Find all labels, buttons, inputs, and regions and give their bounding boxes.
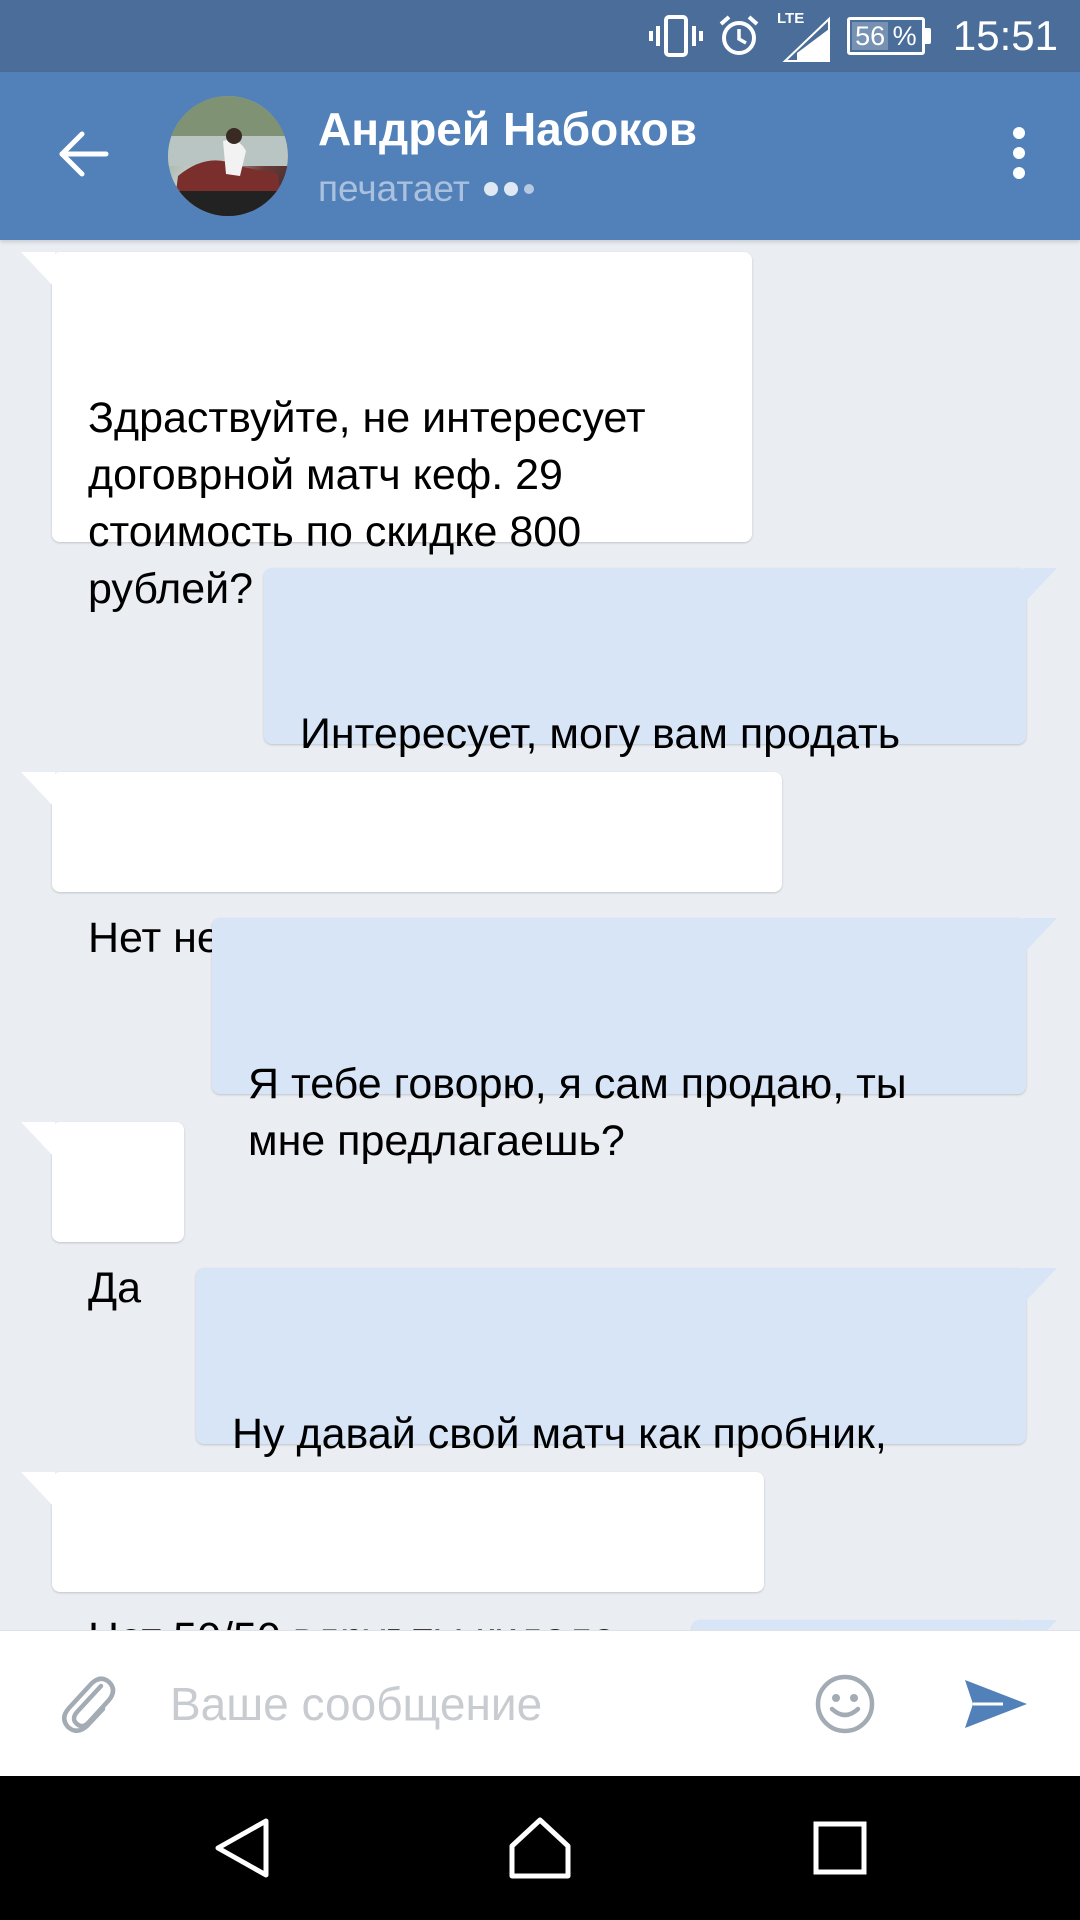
system-nav-bar <box>0 1776 1080 1920</box>
more-vert-icon <box>1013 127 1025 179</box>
message-incoming[interactable]: Нет 50/50 вдруг ты кидала <box>21 1472 764 1630</box>
status-time: 15:51 <box>952 12 1058 59</box>
send-button[interactable] <box>960 1671 1032 1737</box>
message-outgoing[interactable]: Интересует, могу вам продать исход <box>264 568 1057 815</box>
nav-back-icon <box>215 1818 269 1878</box>
more-options-button[interactable] <box>984 118 1054 188</box>
message-outgoing[interactable]: Ну давай свой матч как пробник, доггер <box>196 1268 1057 1569</box>
nav-home-button[interactable] <box>498 1806 582 1890</box>
message-outgoing[interactable]: Я тебе говорю, я сам продаю, ты мне пред… <box>212 918 1057 1165</box>
back-button[interactable] <box>52 122 116 186</box>
battery-percent: 56 % <box>855 20 917 51</box>
message-text: Нет 50/50 вдруг ты кидала <box>88 1614 616 1630</box>
attach-button[interactable] <box>52 1667 122 1741</box>
nav-back-button[interactable] <box>200 1806 284 1890</box>
nav-recent-icon <box>813 1821 867 1875</box>
typing-label: печатает <box>318 168 470 209</box>
message-text: Да <box>88 1264 142 1312</box>
message-composer <box>0 1630 1080 1776</box>
signal-icon: LTE <box>775 9 833 63</box>
message-input[interactable] <box>170 1661 770 1747</box>
emoji-button[interactable] <box>812 1671 878 1737</box>
status-bar: LTE 56 % 15:51 <box>0 0 1080 72</box>
message-text: Я тебе говорю, я сам продаю, ты мне пред… <box>248 1060 907 1165</box>
back-arrow-icon <box>59 131 109 177</box>
contact-name[interactable]: Андрей Набоков <box>318 102 697 156</box>
vibrate-icon <box>648 14 703 58</box>
message-incoming[interactable]: Здраствуйте, не интересует договрной мат… <box>21 252 752 613</box>
chat-header: Андрей Набоков печатает <box>0 72 1080 240</box>
nav-recent-button[interactable] <box>798 1806 882 1890</box>
status-icons: LTE 56 % 15:51 <box>648 0 1058 72</box>
message-list[interactable]: Здраствуйте, не интересует договрной мат… <box>0 240 1080 1630</box>
nav-home-icon <box>509 1817 571 1879</box>
message-incoming[interactable]: Да <box>21 1122 184 1312</box>
avatar[interactable] <box>168 96 288 216</box>
paperclip-icon <box>62 1676 116 1733</box>
svg-text:LTE: LTE <box>777 10 804 27</box>
smile-icon <box>815 1674 875 1734</box>
send-icon <box>965 1680 1027 1728</box>
typing-status: печатает <box>318 168 534 210</box>
message-outgoing-partial[interactable] <box>692 1620 1057 1630</box>
alarm-icon <box>717 14 761 58</box>
message-incoming[interactable]: Нет ненадо вы будите брать? <box>21 772 782 962</box>
typing-dots-icon <box>483 182 534 196</box>
battery-icon: 56 % <box>846 17 931 55</box>
